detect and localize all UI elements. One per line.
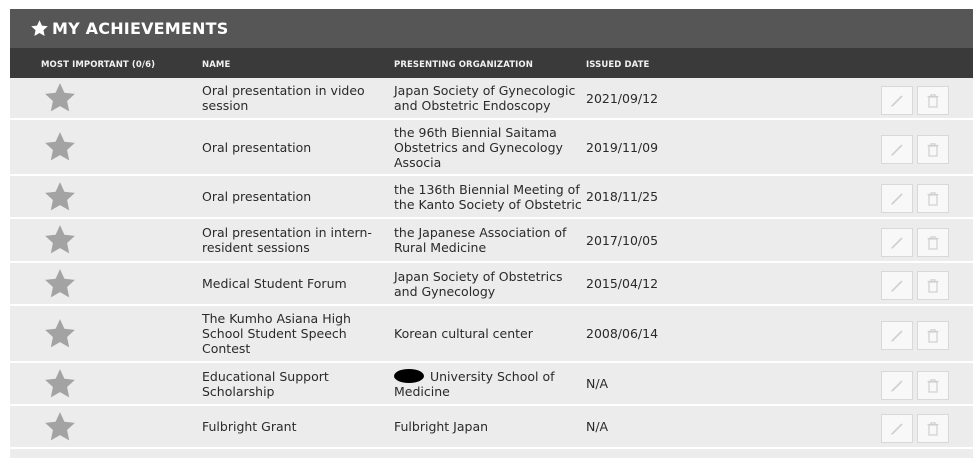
presenting-organization: University School of Medicine [394,369,584,399]
organization-text: the 96th Biennial Saitama Obstetrics and… [394,125,563,170]
favorite-star-icon[interactable] [43,130,77,164]
presenting-organization: Japan Society of Gynecologic and Obstetr… [394,83,584,113]
achievement-name: Oral presentation [202,189,312,204]
delete-button[interactable] [917,271,949,300]
edit-button[interactable] [881,321,913,350]
achievement-name: Oral presentation [202,140,312,155]
organization-text: Korean cultural center [394,326,533,341]
presenting-organization: the 136th Biennial Meeting of the Kanto … [394,182,584,212]
favorite-star-icon[interactable] [43,223,77,257]
issued-date: 2008/06/14 [586,326,659,341]
achievement-row: Fulbright Grant Fulbright Japan N/A [10,406,973,449]
column-headers: MOST IMPORTANT (0/6) NAME PRESENTING ORG… [10,48,973,78]
trash-icon [927,278,939,293]
achievement-row: Medical Student Forum Japan Society of Ob… [10,263,973,306]
redaction-mark [394,369,424,383]
delete-button[interactable] [917,371,949,400]
achievement-row: Oral presentation in intern-resident ses… [10,219,973,263]
pencil-icon [891,192,903,205]
edit-button[interactable] [881,271,913,300]
trash-icon [927,142,939,157]
achievement-row: Oral presentation the 96th Biennial Saita… [10,120,973,176]
edit-button[interactable] [881,371,913,400]
favorite-star-icon[interactable] [43,410,77,444]
pencil-icon [891,379,903,392]
trash-icon [927,421,939,436]
achievement-name: Oral presentation in intern-resident ses… [202,225,372,255]
col-issued-date[interactable]: ISSUED DATE [586,60,649,70]
trash-icon [927,93,939,108]
achievement-name: Medical Student Forum [202,276,347,291]
trash-icon [927,328,939,343]
achievement-name: The Kumho Asiana High School Student Spe… [202,311,351,356]
delete-button[interactable] [917,135,949,164]
header-bar: MY ACHIEVEMENTS [10,9,973,48]
edit-button[interactable] [881,135,913,164]
achievement-row: The Kumho Asiana High School Student Spe… [10,306,973,363]
delete-button[interactable] [917,414,949,443]
achievement-name: Educational Support Scholarship [202,369,329,399]
pencil-icon [891,329,903,342]
star-icon [31,20,48,36]
achievement-row: Oral presentation the 136th Biennial Meet… [10,176,973,219]
issued-date: 2021/09/12 [586,91,659,106]
favorite-star-icon[interactable] [43,317,77,351]
issued-date: 2017/10/05 [586,233,659,248]
achievement-row: Oral presentation in video session Japan … [10,78,973,120]
achievement-name: Oral presentation in video session [202,83,365,113]
achievement-list: Oral presentation in video session Japan … [10,78,973,449]
favorite-star-icon[interactable] [43,81,77,115]
issued-date: N/A [586,419,609,434]
presenting-organization: Fulbright Japan [394,419,584,434]
presenting-organization: the Japanese Association of Rural Medici… [394,225,584,255]
issued-date: 2019/11/09 [586,140,659,155]
issued-date: N/A [586,376,609,391]
page-title: MY ACHIEVEMENTS [52,19,229,38]
achievement-row: Educational Support Scholarship Universi… [10,363,973,406]
organization-text: Japan Society of Gynecologic and Obstetr… [394,83,576,113]
organization-text: Fulbright Japan [394,419,489,434]
achievements-panel: MY ACHIEVEMENTS MOST IMPORTANT (0/6) NAM… [10,9,973,458]
delete-button[interactable] [917,228,949,257]
pencil-icon [891,279,903,292]
col-name[interactable]: NAME [202,60,230,70]
issued-date: 2015/04/12 [586,276,659,291]
col-most-important[interactable]: MOST IMPORTANT (0/6) [41,60,155,70]
organization-text: Japan Society of Obstetrics and Gynecolo… [394,269,563,299]
delete-button[interactable] [917,86,949,115]
pencil-icon [891,94,903,107]
trash-icon [927,378,939,393]
organization-text: the 136th Biennial Meeting of the Kanto … [394,182,582,212]
edit-button[interactable] [881,414,913,443]
favorite-star-icon[interactable] [43,267,77,301]
presenting-organization: Japan Society of Obstetrics and Gynecolo… [394,269,584,299]
edit-button[interactable] [881,86,913,115]
edit-button[interactable] [881,228,913,257]
favorite-star-icon[interactable] [43,180,77,214]
presenting-organization: the 96th Biennial Saitama Obstetrics and… [394,125,584,170]
pencil-icon [891,422,903,435]
trash-icon [927,235,939,250]
issued-date: 2018/11/25 [586,189,659,204]
edit-button[interactable] [881,184,913,213]
pencil-icon [891,236,903,249]
presenting-organization: Korean cultural center [394,326,584,341]
delete-button[interactable] [917,321,949,350]
pencil-icon [891,143,903,156]
achievement-name: Fulbright Grant [202,419,297,434]
col-organization[interactable]: PRESENTING ORGANIZATION [394,60,533,70]
favorite-star-icon[interactable] [43,367,77,401]
organization-text: the Japanese Association of Rural Medici… [394,225,567,255]
trash-icon [927,191,939,206]
delete-button[interactable] [917,184,949,213]
